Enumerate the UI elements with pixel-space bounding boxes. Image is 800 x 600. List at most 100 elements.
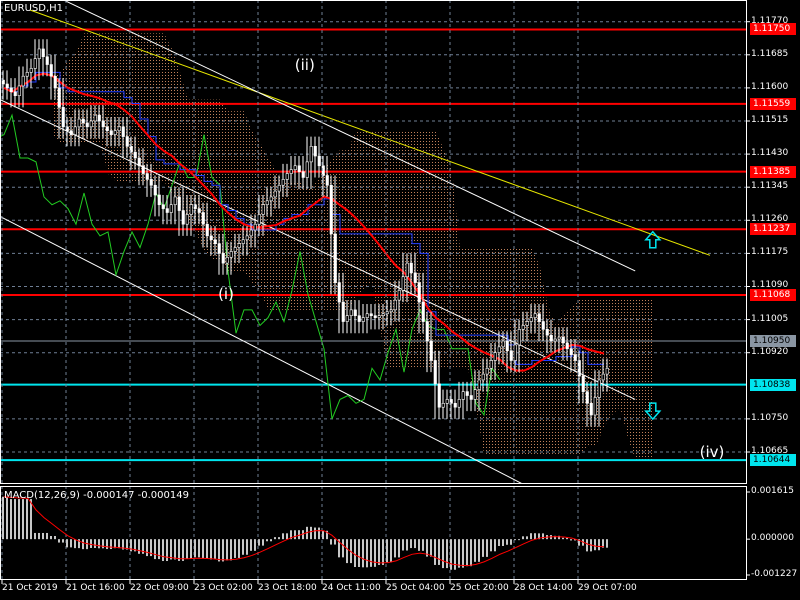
- candle-body: [597, 379, 601, 398]
- chart-canvas[interactable]: [0, 0, 800, 600]
- candle-body: [469, 395, 473, 400]
- ichimoku-cloud: [52, 33, 652, 462]
- candle-body: [433, 360, 437, 385]
- candle-body: [145, 173, 149, 180]
- macd-tick-label: 0.000000: [751, 533, 794, 544]
- candle-body: [337, 282, 341, 303]
- candle-body: [153, 184, 157, 196]
- candle-body: [365, 313, 369, 318]
- price-level-label: 1.11068: [750, 289, 796, 302]
- candle-body: [77, 118, 81, 128]
- candle-body: [473, 389, 477, 400]
- candle-body: [305, 161, 309, 178]
- candle-body: [273, 190, 277, 198]
- candle-body: [445, 399, 449, 404]
- candle-body: [73, 126, 77, 135]
- candle-body: [225, 256, 229, 264]
- candle-body: [569, 348, 573, 355]
- candle-body: [497, 346, 501, 353]
- price-tick-label: 1.11515: [751, 114, 789, 125]
- wave-label: (ii): [294, 55, 315, 74]
- candle-body: [9, 87, 13, 93]
- candle-body: [189, 204, 193, 215]
- candle-body: [297, 165, 301, 172]
- candle-body: [561, 336, 565, 344]
- candle-body: [549, 334, 553, 342]
- candle-body: [601, 373, 605, 381]
- candle-body: [173, 196, 177, 206]
- candle-body: [585, 391, 589, 404]
- candle-body: [453, 403, 457, 408]
- candle-body: [177, 196, 181, 211]
- candle-body: [201, 212, 205, 225]
- candle-body: [421, 301, 425, 322]
- candle-body: [373, 315, 377, 318]
- candle-body: [505, 340, 509, 352]
- candle-body: [101, 120, 105, 128]
- price-level-label: 1.11237: [750, 223, 796, 236]
- time-tick-label: 23 Oct 18:00: [258, 583, 317, 593]
- candle-body: [261, 204, 265, 215]
- candle-body: [5, 83, 9, 89]
- candle-body: [341, 301, 345, 322]
- time-tick-label: 29 Oct 07:00: [578, 583, 637, 593]
- candle-body: [521, 325, 525, 330]
- candle-body: [285, 173, 289, 180]
- candle-body: [181, 210, 185, 225]
- candle-body: [557, 336, 561, 340]
- price-level-label: 1.11559: [750, 97, 796, 110]
- candle-body: [381, 313, 385, 316]
- candle-body: [593, 397, 597, 416]
- candle-body: [213, 239, 217, 244]
- candle-body: [121, 126, 125, 137]
- candle-body: [13, 91, 17, 96]
- candle-body: [489, 360, 493, 369]
- candle-body: [353, 309, 357, 316]
- time-tick-label: 28 Oct 14:00: [514, 583, 573, 593]
- price-tick-label: 1.11175: [751, 247, 789, 258]
- candle-body: [125, 136, 129, 147]
- symbol-label: EURUSD,H1: [4, 3, 64, 14]
- candle-body: [589, 403, 593, 416]
- candle-body: [513, 344, 517, 361]
- candle-body: [205, 223, 209, 237]
- price-tick-label: 1.11430: [751, 148, 789, 159]
- candle-body: [241, 239, 245, 244]
- candle-body: [113, 130, 117, 135]
- candle-body: [229, 251, 233, 258]
- candle-body: [185, 214, 189, 225]
- price-level-label: 1.10838: [750, 378, 796, 391]
- time-tick-label: 21 Oct 16:00: [66, 583, 125, 593]
- candle-body: [553, 338, 557, 342]
- candle-body: [481, 373, 485, 381]
- candle-body: [81, 118, 85, 124]
- chart-window[interactable]: EURUSD,H1 MACD(12,26,9) -0.000147 -0.000…: [0, 0, 800, 600]
- candle-body: [397, 290, 401, 301]
- candle-body: [565, 342, 569, 350]
- candle-body: [165, 208, 169, 213]
- arrow-up-icon: [644, 230, 662, 249]
- candle-body: [25, 72, 29, 77]
- candle-body: [301, 171, 305, 178]
- candle-body: [457, 399, 461, 408]
- candle-body: [117, 126, 121, 132]
- candle-body: [149, 179, 153, 186]
- candle-body: [357, 315, 361, 322]
- macd-tick-label: -0.001227: [751, 569, 798, 579]
- time-tick-label: 25 Oct 20:00: [450, 583, 509, 593]
- candle-body: [169, 204, 173, 213]
- candle-body: [605, 367, 609, 375]
- time-tick-label: 21 Oct 2019: [2, 583, 58, 593]
- candle-body: [105, 126, 109, 132]
- candle-body: [197, 208, 201, 213]
- candle-body: [61, 107, 65, 128]
- candle-body: [137, 157, 141, 167]
- price-tick-label: 1.11345: [751, 181, 789, 192]
- candle-body: [57, 87, 61, 108]
- candle-body: [541, 321, 545, 330]
- candle-body: [209, 235, 213, 241]
- candle-body: [405, 262, 409, 278]
- candle-body: [437, 383, 441, 408]
- candle-body: [37, 48, 41, 59]
- price-tick-label: 1.11685: [751, 48, 789, 59]
